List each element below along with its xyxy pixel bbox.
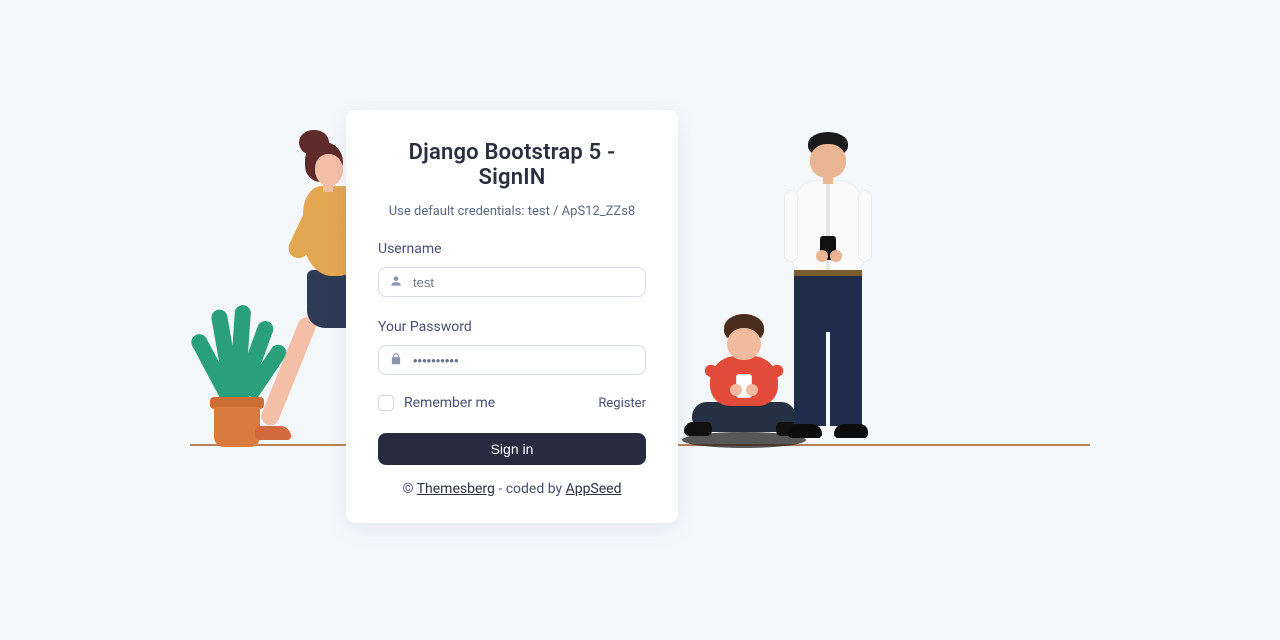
sign-in-button[interactable]: Sign in	[378, 433, 646, 465]
password-label: Your Password	[378, 319, 646, 335]
remember-me[interactable]: Remember me	[378, 395, 495, 411]
username-input-group[interactable]	[378, 267, 646, 297]
hint-sep: /	[550, 204, 562, 219]
credentials-hint: Use default credentials: test / ApS12_ZZ…	[378, 204, 646, 219]
themesberg-link[interactable]: Themesberg	[417, 481, 495, 497]
illustration-man	[780, 132, 890, 446]
card-footer: © Themesberg - coded by AppSeed	[378, 481, 646, 497]
password-input-group[interactable]	[378, 345, 646, 375]
remember-me-label: Remember me	[404, 395, 495, 411]
remember-me-checkbox[interactable]	[378, 395, 394, 411]
lock-icon	[389, 351, 403, 370]
signin-card: Django Bootstrap 5 - SignIN Use default …	[346, 110, 678, 523]
username-input[interactable]	[413, 275, 635, 290]
username-label: Username	[378, 241, 646, 257]
hint-prefix: Use default credentials:	[389, 204, 528, 219]
card-title: Django Bootstrap 5 - SignIN	[378, 140, 646, 190]
footer-mid: - coded by	[495, 481, 566, 497]
register-link[interactable]: Register	[598, 396, 646, 411]
user-icon	[389, 273, 403, 292]
appseed-link[interactable]: AppSeed	[566, 481, 622, 497]
password-input[interactable]	[413, 353, 635, 368]
hint-pass: ApS12_ZZs8	[562, 204, 636, 219]
hint-user: test	[528, 204, 550, 219]
footer-copyright: ©	[402, 481, 416, 497]
